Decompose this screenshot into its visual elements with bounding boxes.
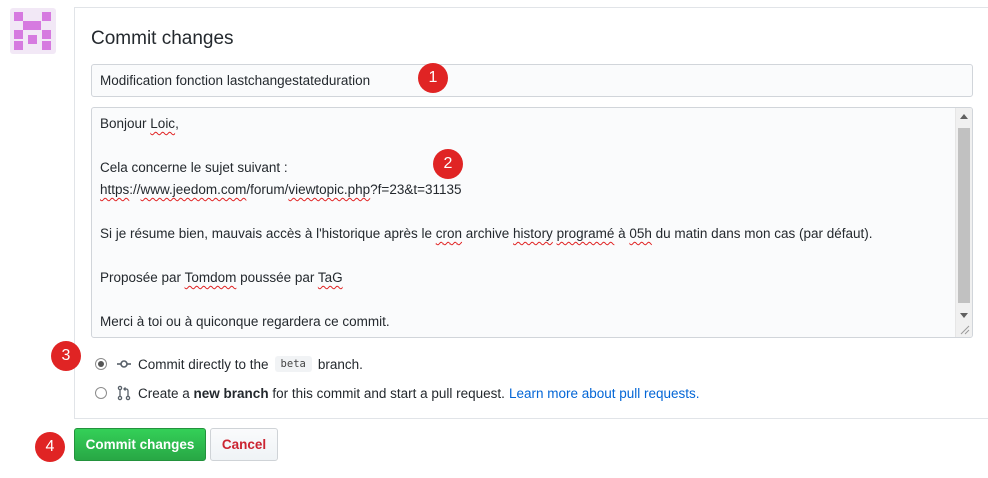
misspelled-word: programé bbox=[556, 226, 615, 241]
textarea-scrollbar[interactable] bbox=[955, 108, 972, 337]
radio-commit-direct[interactable] bbox=[95, 358, 107, 370]
description-text-segment: archive bbox=[462, 226, 514, 241]
option-direct-suffix: branch. bbox=[317, 356, 363, 372]
misspelled-word: https bbox=[100, 182, 130, 197]
page-title: Commit changes bbox=[91, 28, 234, 49]
commit-summary-input[interactable] bbox=[91, 64, 973, 97]
git-pull-request-icon bbox=[117, 385, 131, 401]
avatar-pixel bbox=[28, 35, 37, 44]
scroll-up-arrow-icon[interactable] bbox=[960, 114, 968, 119]
option-new-branch-prefix: Create a bbox=[138, 385, 190, 401]
option-new-branch-bold: new branch bbox=[193, 385, 269, 401]
description-line: Proposée par Tomdom poussée par TaG bbox=[100, 267, 954, 289]
description-text-segment: , bbox=[175, 116, 179, 131]
description-line: Merci à toi ou à quiconque regardera ce … bbox=[100, 311, 954, 333]
git-commit-icon bbox=[117, 360, 131, 368]
description-line: https://www.jeedom.com/forum/viewtopic.p… bbox=[100, 179, 954, 201]
description-line: Bonjour Loic, bbox=[100, 113, 954, 135]
scroll-thumb[interactable] bbox=[958, 128, 970, 303]
description-line bbox=[100, 289, 954, 311]
description-text-segment: à bbox=[614, 226, 630, 241]
misspelled-word: Tomdom bbox=[184, 270, 237, 285]
misspelled-word: TaG bbox=[317, 270, 343, 285]
annotation-marker-3: 3 bbox=[51, 341, 81, 371]
scroll-down-arrow-icon[interactable] bbox=[960, 313, 968, 318]
annotation-marker-1: 1 bbox=[418, 63, 448, 93]
description-line bbox=[100, 201, 954, 223]
description-text-segment: Bonjour bbox=[100, 116, 151, 131]
resize-grip-icon[interactable] bbox=[959, 324, 970, 335]
avatar-pixel bbox=[14, 12, 23, 21]
branch-name-badge: beta bbox=[274, 356, 312, 372]
avatar-pixel bbox=[42, 41, 51, 50]
option-direct-prefix: Commit directly to the bbox=[138, 356, 269, 372]
avatar-pixel bbox=[14, 41, 23, 50]
description-text-segment: /forum/ bbox=[246, 182, 289, 197]
option-new-branch[interactable]: Create a new branch for this commit and … bbox=[95, 383, 700, 403]
description-text-segment: poussée par bbox=[236, 270, 318, 285]
commit-description-textarea[interactable]: Bonjour Loic, Cela concerne le sujet suiv… bbox=[91, 107, 973, 338]
option-commit-direct[interactable]: Commit directly to the beta branch. bbox=[95, 354, 363, 374]
avatar-pixel bbox=[14, 30, 23, 39]
misspelled-word: cron bbox=[435, 226, 463, 241]
annotation-marker-4: 4 bbox=[35, 432, 65, 462]
description-text-segment: Si je résume bien, mauvais accès à l'his… bbox=[100, 226, 436, 241]
description-text-segment: Cela concerne le sujet suivant : bbox=[100, 160, 288, 175]
misspelled-word: history bbox=[513, 226, 553, 241]
radio-new-branch[interactable] bbox=[95, 387, 107, 399]
cancel-button[interactable]: Cancel bbox=[210, 428, 278, 461]
description-text-segment: Merci à toi ou à quiconque regardera ce … bbox=[100, 314, 390, 329]
misspelled-word: www.jeedom.com bbox=[140, 182, 247, 197]
avatar-pixel bbox=[32, 21, 41, 30]
description-line bbox=[100, 245, 954, 267]
description-text-segment: Proposée par bbox=[100, 270, 185, 285]
description-line bbox=[100, 135, 954, 157]
option-new-branch-suffix: for this commit and start a pull request… bbox=[272, 385, 505, 401]
learn-more-pull-requests-link[interactable]: Learn more about pull requests. bbox=[509, 386, 700, 401]
description-text-segment: :// bbox=[129, 182, 141, 197]
misspelled-word: 05h bbox=[629, 226, 652, 241]
description-line: Cela concerne le sujet suivant : bbox=[100, 157, 954, 179]
avatar bbox=[10, 8, 56, 54]
avatar-pixel bbox=[23, 21, 32, 30]
description-text-segment: ?f=23&t=31135 bbox=[370, 182, 462, 197]
annotation-marker-2: 2 bbox=[433, 149, 463, 179]
commit-description-text: Bonjour Loic, Cela concerne le sujet suiv… bbox=[100, 113, 954, 333]
misspelled-word: viewtopic.php bbox=[288, 182, 371, 197]
description-text-segment: du matin dans mon cas (par défaut). bbox=[651, 226, 873, 241]
description-line: Si je résume bien, mauvais accès à l'his… bbox=[100, 223, 954, 245]
misspelled-word: Loic bbox=[150, 116, 176, 131]
avatar-pixel bbox=[42, 30, 51, 39]
avatar-pixel bbox=[42, 12, 51, 21]
commit-changes-button[interactable]: Commit changes bbox=[74, 428, 206, 461]
